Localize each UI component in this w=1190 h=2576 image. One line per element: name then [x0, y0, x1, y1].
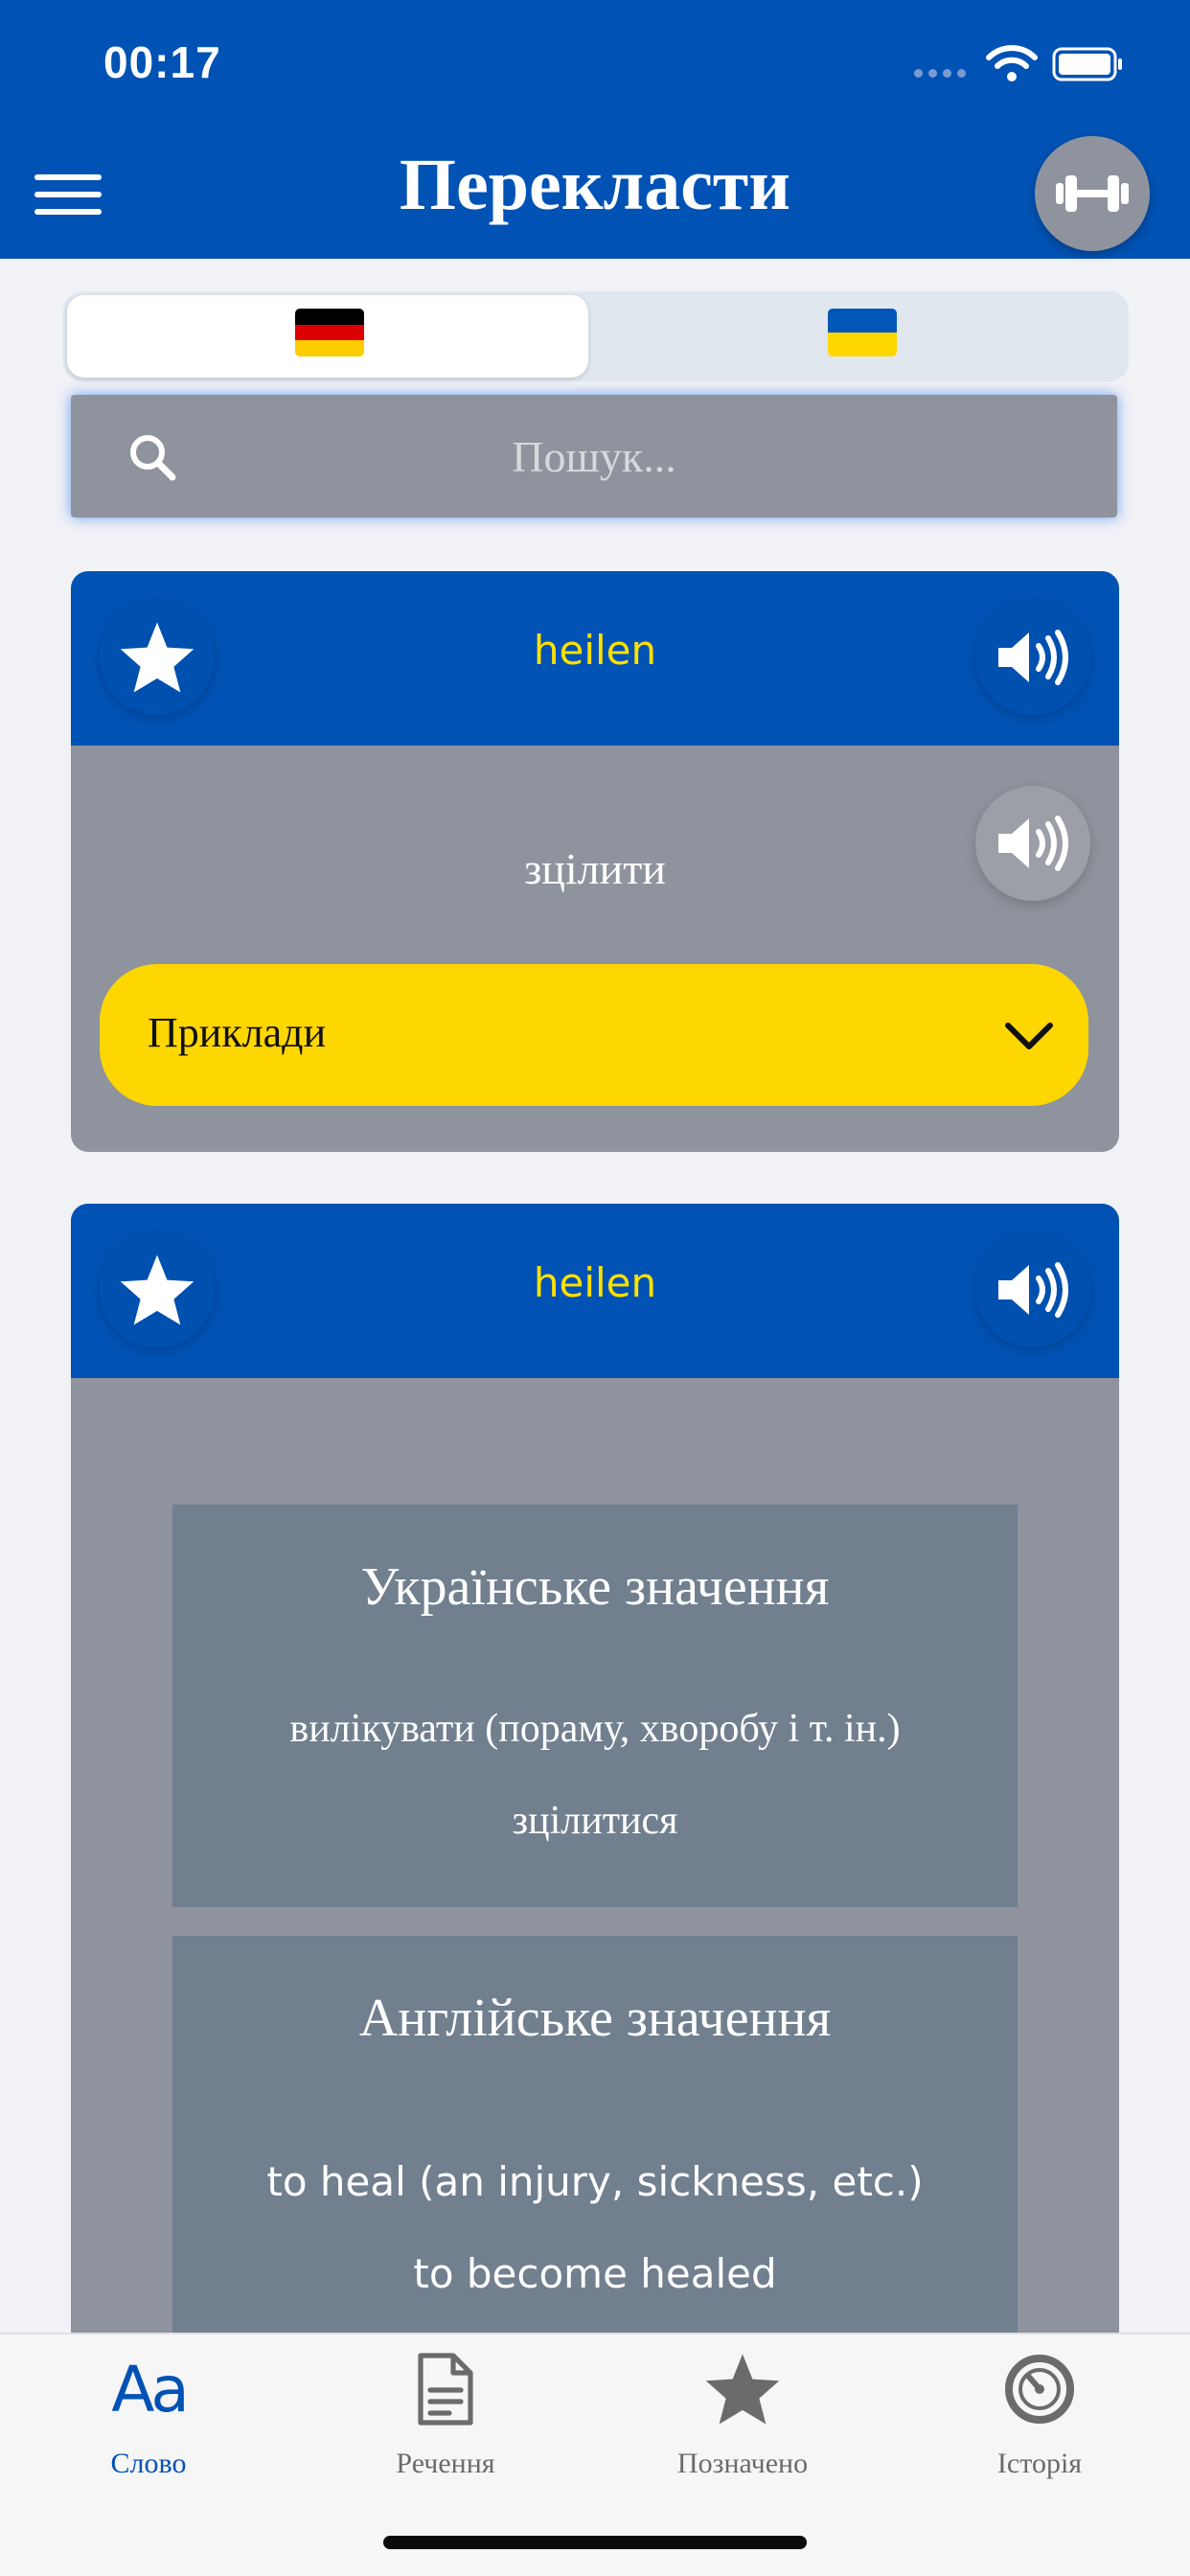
tab-label: Історія	[996, 2448, 1083, 2479]
english-meaning-line: to become healed	[413, 2250, 777, 2297]
english-meaning-box: Англійське значення to heal (an injury, …	[172, 1936, 1018, 2354]
speak-word-button[interactable]	[975, 600, 1090, 715]
tab-history[interactable]: Історія	[891, 2334, 1188, 2497]
word-card-header: heilen	[71, 571, 1119, 746]
app-header: 00:17 Перекласти	[0, 0, 1190, 259]
tab-word[interactable]: Aa Слово	[0, 2334, 297, 2497]
history-icon	[996, 2346, 1083, 2432]
document-icon	[402, 2346, 489, 2432]
word-card-header: heilen	[71, 1204, 1119, 1378]
ukrainian-meaning-box: Українське значення вилікувати (пораму, …	[172, 1505, 1018, 1907]
dumbbell-icon	[1056, 175, 1129, 212]
star-icon	[699, 2346, 786, 2432]
tab-label: Речення	[396, 2448, 495, 2479]
examples-dropdown[interactable]: Приклади	[100, 964, 1088, 1106]
training-button[interactable]	[1035, 136, 1150, 251]
germany-flag-icon[interactable]	[295, 309, 364, 356]
speaker-icon	[998, 630, 1068, 685]
examples-label: Приклади	[148, 1009, 327, 1056]
cellular-signal-icon	[914, 69, 966, 78]
tab-label: Слово	[110, 2448, 187, 2479]
page-title: Перекласти	[399, 145, 791, 225]
speak-word-button[interactable]	[975, 1232, 1090, 1347]
translation-text: зцілити	[524, 844, 666, 893]
speaker-icon	[998, 1262, 1068, 1318]
tab-sentence[interactable]: Речення	[297, 2334, 594, 2497]
ukrainian-meaning-line: вилікувати (пораму, хворобу і т. ін.)	[289, 1707, 901, 1751]
ukrainian-meaning-line: зцілитися	[512, 1799, 678, 1843]
source-word: heilen	[533, 627, 657, 674]
language-toggle	[63, 291, 1129, 381]
status-time: 00:17	[103, 37, 221, 87]
aa-icon: Aa	[111, 2352, 190, 2426]
home-indicator	[383, 2536, 807, 2549]
tab-marked[interactable]: Позначено	[594, 2334, 891, 2497]
search-icon	[130, 435, 176, 481]
search-input[interactable]	[205, 395, 983, 518]
source-word: heilen	[533, 1259, 657, 1306]
battery-icon	[1052, 47, 1122, 81]
english-meaning-title: Англійське значення	[358, 1989, 832, 2048]
wifi-icon	[986, 45, 1038, 81]
search-bar[interactable]	[71, 395, 1117, 518]
english-meaning-line: to heal (an injury, sickness, etc.)	[266, 2158, 924, 2205]
ukrainian-meaning-title: Українське значення	[360, 1557, 830, 1617]
word-card: heilen Українське значення вилікувати (п…	[71, 1204, 1119, 2354]
tab-label: Позначено	[676, 2448, 809, 2479]
chevron-down-icon	[1005, 1023, 1053, 1049]
ukraine-flag-icon[interactable]	[828, 309, 897, 356]
word-card: heilen зцілити Приклади	[71, 571, 1119, 1152]
